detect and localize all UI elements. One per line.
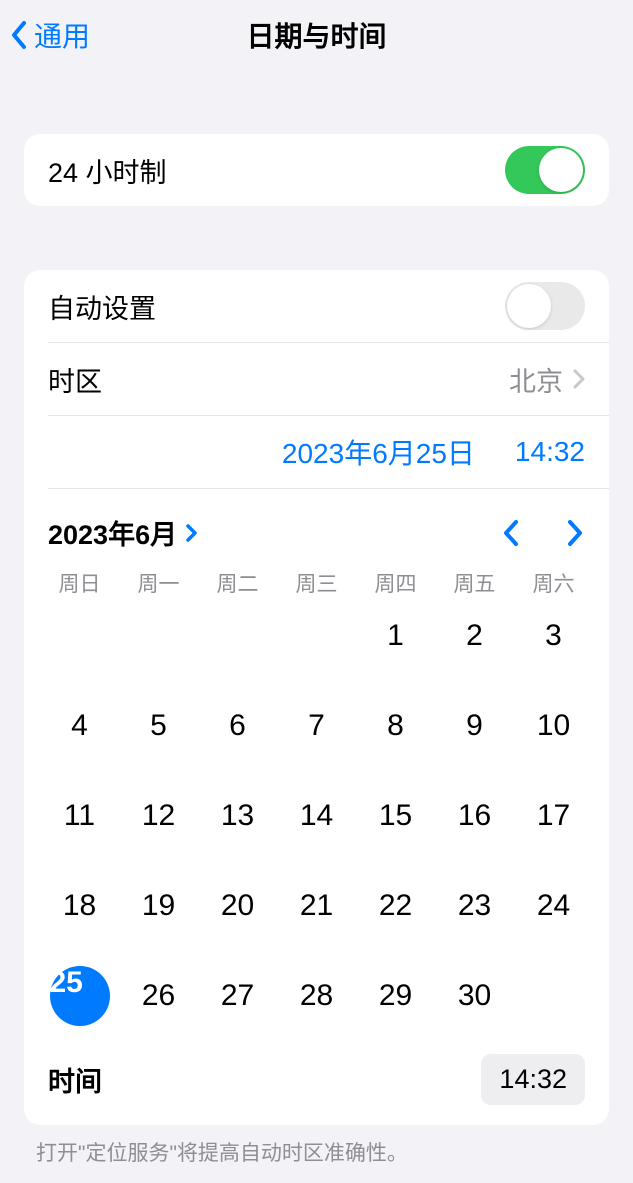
hour24-switch[interactable] (505, 146, 585, 194)
calendar-day-selected[interactable]: 25 (50, 966, 110, 1026)
calendar-day[interactable]: 17 (514, 786, 593, 846)
calendar-day[interactable]: 5 (119, 696, 198, 756)
calendar-day[interactable]: 20 (198, 876, 277, 936)
weekday-header: 周三 (277, 568, 356, 598)
calendar-empty-cell (119, 606, 198, 666)
calendar-day[interactable]: 29 (356, 966, 435, 1026)
back-button[interactable]: 通用 (0, 15, 90, 55)
calendar-empty-cell (277, 606, 356, 666)
calendar-day[interactable]: 15 (356, 786, 435, 846)
weekday-header: 周二 (198, 568, 277, 598)
auto-set-label: 自动设置 (48, 287, 156, 326)
calendar-day[interactable]: 30 (435, 966, 514, 1026)
calendar-day[interactable]: 3 (514, 606, 593, 666)
timezone-row[interactable]: 时区 北京 (24, 343, 609, 415)
calendar-day[interactable]: 4 (40, 696, 119, 756)
calendar-day[interactable]: 1 (356, 606, 435, 666)
date-display[interactable]: 2023年6月25日 (282, 432, 475, 472)
calendar-empty-cell (40, 606, 119, 666)
next-month-button[interactable] (565, 518, 585, 548)
weekday-header: 周日 (40, 568, 119, 598)
page-title: 日期与时间 (246, 15, 386, 55)
time-picker[interactable]: 14:32 (481, 1054, 585, 1105)
timezone-label: 时区 (48, 360, 102, 399)
footer-note: 打开"定位服务"将提高自动时区准确性。 (0, 1125, 633, 1167)
calendar-day[interactable]: 16 (435, 786, 514, 846)
calendar-day[interactable]: 26 (119, 966, 198, 1026)
calendar-empty-cell (198, 606, 277, 666)
chevron-right-icon (185, 523, 198, 543)
auto-set-row: 自动设置 (24, 270, 609, 342)
calendar-day[interactable]: 18 (40, 876, 119, 936)
calendar-day[interactable]: 7 (277, 696, 356, 756)
calendar-day[interactable]: 10 (514, 696, 593, 756)
calendar-day[interactable]: 21 (277, 876, 356, 936)
calendar-day[interactable]: 9 (435, 696, 514, 756)
weekday-header: 周四 (356, 568, 435, 598)
calendar-day[interactable]: 13 (198, 786, 277, 846)
switch-knob (507, 284, 551, 328)
prev-month-button[interactable] (501, 518, 521, 548)
calendar-day[interactable]: 23 (435, 876, 514, 936)
month-label: 2023年6月 (48, 513, 177, 552)
calendar-day[interactable]: 11 (40, 786, 119, 846)
hour24-row: 24 小时制 (24, 134, 609, 206)
calendar-day[interactable]: 22 (356, 876, 435, 936)
auto-set-switch[interactable] (505, 282, 585, 330)
time-display[interactable]: 14:32 (515, 436, 585, 468)
weekday-header: 周六 (514, 568, 593, 598)
calendar-day[interactable]: 27 (198, 966, 277, 1026)
month-selector[interactable]: 2023年6月 (48, 513, 198, 552)
calendar-day[interactable]: 12 (119, 786, 198, 846)
datetime-row: 2023年6月25日 14:32 (24, 416, 609, 488)
calendar-day[interactable]: 2 (435, 606, 514, 666)
calendar-day[interactable]: 14 (277, 786, 356, 846)
calendar-day[interactable]: 6 (198, 696, 277, 756)
back-label: 通用 (34, 15, 90, 55)
weekday-header: 周一 (119, 568, 198, 598)
time-row-label: 时间 (48, 1060, 102, 1099)
calendar-day[interactable]: 28 (277, 966, 356, 1026)
calendar-day[interactable]: 24 (514, 876, 593, 936)
hour24-label: 24 小时制 (48, 151, 167, 190)
chevron-right-icon (573, 369, 585, 389)
calendar-day[interactable]: 8 (356, 696, 435, 756)
calendar-day: 25 (40, 966, 119, 1026)
chevron-left-icon (10, 20, 28, 50)
weekday-header: 周五 (435, 568, 514, 598)
calendar-day[interactable]: 19 (119, 876, 198, 936)
switch-knob (539, 148, 583, 192)
timezone-value: 北京 (509, 360, 563, 399)
